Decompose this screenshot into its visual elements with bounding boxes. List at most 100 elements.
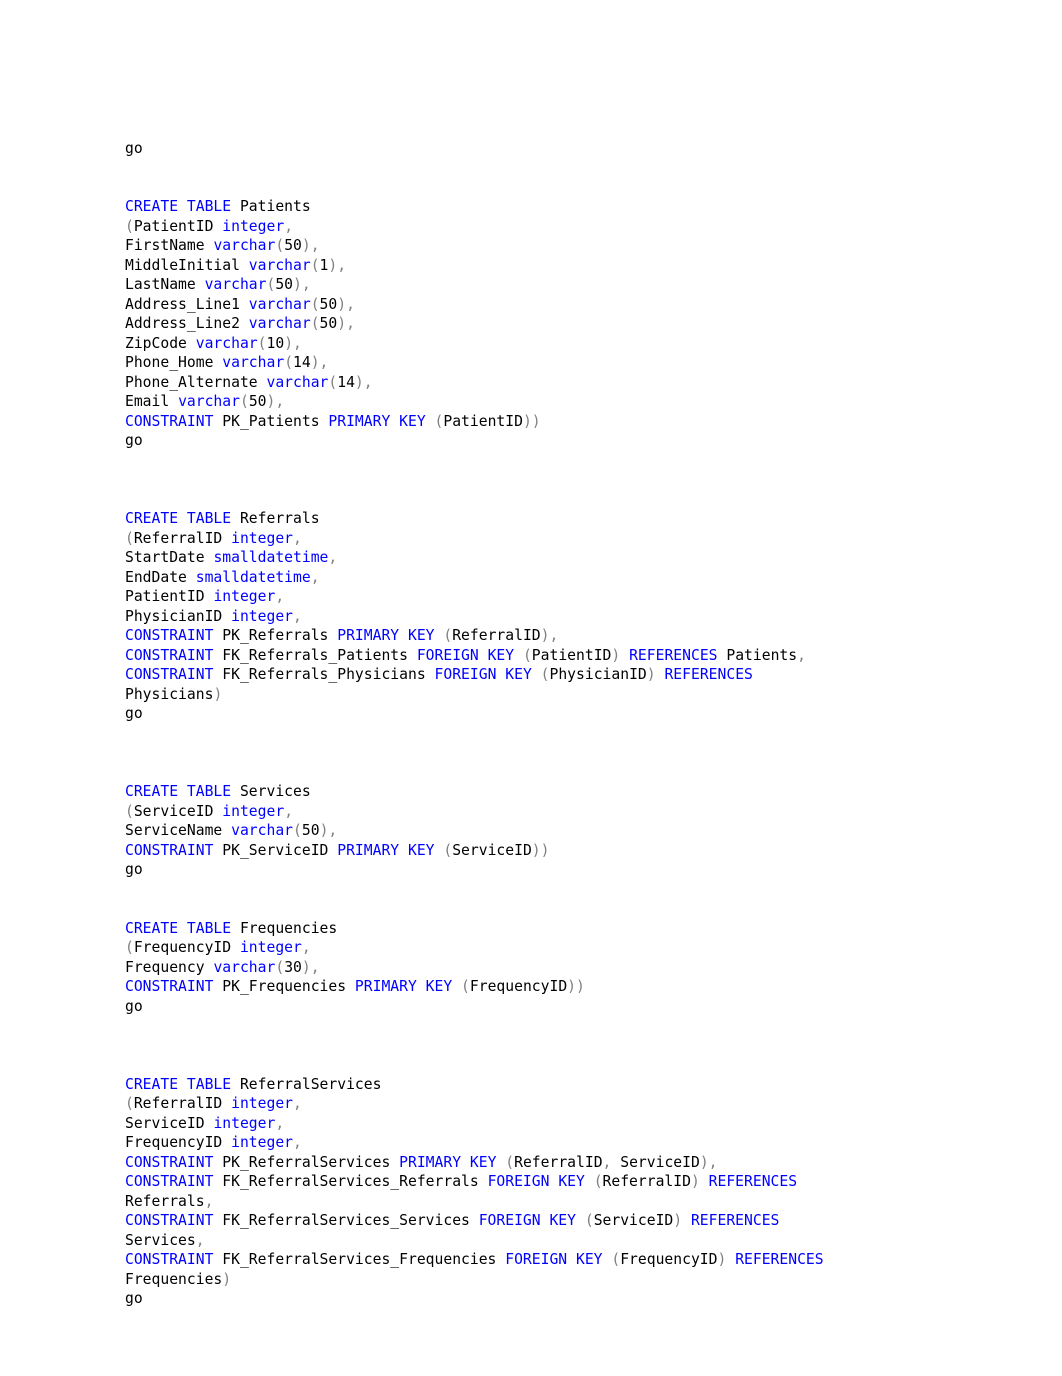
code-token-plain: go bbox=[125, 861, 143, 879]
code-token-num: 14 bbox=[337, 373, 355, 391]
code-token-id: FK_ReferralServices_Frequencies bbox=[213, 1251, 506, 1269]
code-token-pun: ( bbox=[125, 802, 134, 820]
code-token-id: PK_Frequencies bbox=[213, 978, 355, 996]
code-token-kw: TABLE bbox=[186, 1075, 232, 1093]
code-line: CONSTRAINT PK_Frequencies PRIMARY KEY (F… bbox=[125, 977, 1025, 997]
code-token-kw: KEY bbox=[399, 412, 426, 430]
code-token-id: FrequencyID bbox=[133, 939, 240, 957]
code-token-plain: go bbox=[125, 705, 143, 723]
code-token-kw: KEY bbox=[469, 1153, 497, 1171]
code-token-kw: KEY bbox=[407, 841, 435, 859]
code-line: Frequency varchar(30), bbox=[125, 958, 1025, 978]
code-token-kw: KEY bbox=[558, 1173, 585, 1191]
code-token-typ: integer bbox=[213, 588, 276, 606]
code-token-kw: KEY bbox=[425, 978, 453, 996]
document-page: go CREATE TABLE Patients ( PatientID integ… bbox=[0, 0, 1062, 1376]
code-token-id: PhysicianID bbox=[125, 607, 232, 625]
code-token-kw: CREATE bbox=[125, 510, 179, 528]
code-token-pun: ( bbox=[275, 958, 285, 976]
code-token-pun: ), bbox=[337, 315, 355, 333]
code-line: Address_Line2 varchar(50), bbox=[125, 314, 1025, 334]
code-line: CREATE TABLE Patients bbox=[125, 197, 1025, 217]
code-token-kw: TABLE bbox=[186, 919, 232, 937]
code-token-pun: ) bbox=[213, 685, 223, 703]
code-line: (ReferralID integer, bbox=[125, 1094, 1025, 1114]
code-token-typ: varchar bbox=[204, 276, 267, 294]
code-token-pun: ), bbox=[699, 1153, 718, 1171]
code-token-typ: smalldatetime bbox=[213, 549, 329, 567]
code-token-pun: )) bbox=[531, 841, 550, 859]
code-line: CONSTRAINT PK_ServiceID PRIMARY KEY (Ser… bbox=[125, 841, 1025, 861]
code-token-kw: REFERENCES bbox=[690, 1212, 780, 1230]
code-line: FirstName varchar(50), bbox=[125, 236, 1025, 256]
code-token-pun: , bbox=[293, 529, 302, 547]
code-token-pun: ( bbox=[593, 1173, 603, 1191]
code-token-id: FrequencyID bbox=[469, 978, 568, 996]
code-token-pun: ), bbox=[284, 334, 302, 352]
code-token-pun: ), bbox=[354, 373, 373, 391]
code-token-num: 10 bbox=[266, 334, 285, 352]
code-line: CREATE TABLE ReferralServices bbox=[125, 1075, 1025, 1095]
code-token-typ: varchar bbox=[213, 958, 276, 976]
code-token-kw: KEY bbox=[549, 1212, 576, 1230]
code-token-typ: integer bbox=[222, 802, 285, 820]
code-token-kw: CONSTRAINT bbox=[125, 1153, 214, 1171]
sql-code-block[interactable]: go CREATE TABLE Patients ( PatientID integ… bbox=[125, 139, 1025, 1309]
code-token-kw: CREATE bbox=[125, 1075, 179, 1093]
code-token-id: PatientID bbox=[125, 588, 214, 606]
code-token-id: FK_Referrals_Patients bbox=[213, 646, 417, 664]
code-token-pun: ( bbox=[239, 393, 249, 411]
code-token-id: Frequencies bbox=[125, 1270, 223, 1288]
code-token-id: FrequencyID bbox=[620, 1251, 718, 1269]
code-token-id: ReferralID bbox=[602, 1173, 691, 1191]
code-token-kw: FOREIGN bbox=[478, 1212, 541, 1230]
code-token-pun: ) bbox=[673, 1212, 683, 1230]
code-token-id: Phone_Alternate bbox=[125, 373, 267, 391]
code-line: FrequencyID integer, bbox=[125, 1133, 1025, 1153]
code-token-kw: CONSTRAINT bbox=[125, 1251, 214, 1269]
code-token-id: Services bbox=[231, 783, 311, 801]
code-line: PhysicianID integer, bbox=[125, 607, 1025, 627]
code-token-num: 50 bbox=[284, 237, 302, 255]
code-token-num: 14 bbox=[293, 354, 311, 372]
code-token-id: FK_Referrals_Physicians bbox=[213, 666, 435, 684]
code-token-id: ServiceID bbox=[133, 802, 223, 820]
code-token-pun: , bbox=[301, 939, 311, 957]
code-token-kw: REFERENCES bbox=[708, 1173, 798, 1191]
code-token-id: ReferralID bbox=[452, 627, 541, 645]
code-line: CONSTRAINT PK_ReferralServices PRIMARY K… bbox=[125, 1153, 1025, 1173]
code-token-id: Frequency bbox=[125, 958, 214, 976]
code-token-id: StartDate bbox=[125, 549, 214, 567]
code-token-pun: ( bbox=[293, 822, 302, 840]
code-line: CONSTRAINT FK_ReferralServices_Referrals… bbox=[125, 1172, 1025, 1192]
code-token-typ: varchar bbox=[178, 393, 240, 411]
code-token-pun: , bbox=[275, 1114, 285, 1132]
code-line: ZipCode varchar(10), bbox=[125, 334, 1025, 354]
code-token-typ: smalldatetime bbox=[195, 568, 311, 586]
code-line: CONSTRAINT PK_Patients PRIMARY KEY (Pati… bbox=[125, 412, 1025, 432]
code-line: go bbox=[125, 997, 1025, 1017]
code-line: CONSTRAINT FK_Referrals_Physicians FOREI… bbox=[125, 665, 1025, 685]
code-token-id: Referrals bbox=[231, 510, 320, 528]
code-token-typ: integer bbox=[222, 217, 285, 235]
code-token-pun: ( bbox=[125, 1095, 134, 1113]
code-token-pun: ( bbox=[584, 1212, 594, 1230]
code-token-id: ReferralID bbox=[514, 1153, 603, 1171]
code-token-pun: ), bbox=[337, 295, 355, 313]
code-token-pun: ), bbox=[328, 256, 347, 274]
